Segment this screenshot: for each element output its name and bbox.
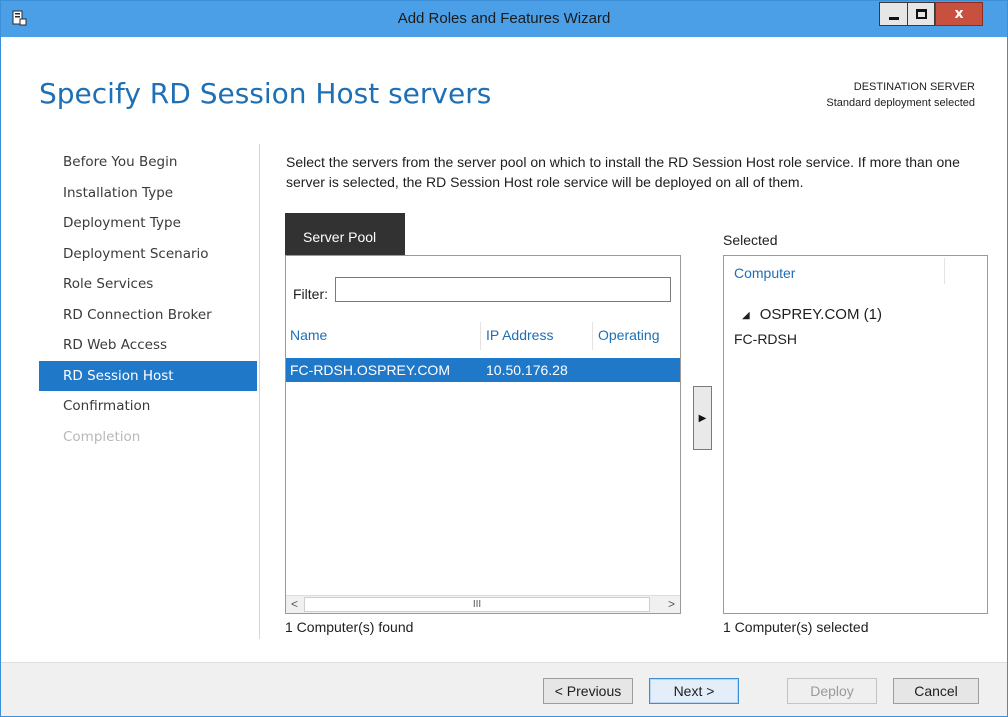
column-header-ip-address[interactable]: IP Address xyxy=(486,327,553,343)
nav-item-before-you-begin[interactable]: Before You Begin xyxy=(39,147,257,178)
maximize-icon xyxy=(915,9,927,19)
add-to-selected-button[interactable]: ▶ xyxy=(693,386,712,450)
page-description: Select the servers from the server pool … xyxy=(286,154,960,190)
tab-server-pool[interactable]: Server Pool xyxy=(285,213,405,255)
nav-item-deployment-scenario[interactable]: Deployment Scenario xyxy=(39,239,257,270)
column-separator[interactable] xyxy=(592,322,593,350)
nav-item-rd-session-host[interactable]: RD Session Host xyxy=(39,360,257,391)
nav-item-rd-web-access[interactable]: RD Web Access xyxy=(39,330,257,361)
title-bar[interactable]: Add Roles and Features Wizard x xyxy=(1,1,1007,37)
scroll-left-icon[interactable]: < xyxy=(286,596,303,613)
wizard-nav: Before You Begin Installation Type Deplo… xyxy=(39,147,257,452)
deploy-button: Deploy xyxy=(787,678,877,704)
column-header-name[interactable]: Name xyxy=(290,327,327,343)
column-separator[interactable] xyxy=(944,258,945,284)
page-title: Specify RD Session Host servers xyxy=(39,77,492,110)
computers-selected-count: 1 Computer(s) selected xyxy=(723,619,869,635)
maximize-button[interactable] xyxy=(907,2,935,26)
group-label: OSPREY.COM (1) xyxy=(759,306,882,323)
selected-label: Selected xyxy=(723,232,778,248)
filter-label: Filter: xyxy=(293,286,328,302)
nav-item-completion: Completion xyxy=(63,428,141,445)
close-button[interactable]: x xyxy=(935,2,983,26)
tree-group[interactable]: ◢ OSPREY.COM (1) xyxy=(742,306,882,323)
destination-value: Standard deployment selected xyxy=(826,97,975,109)
scroll-thumb[interactable]: III xyxy=(304,597,650,612)
nav-item-deployment-type[interactable]: Deployment Type xyxy=(39,208,257,239)
nav-divider xyxy=(259,144,260,639)
minimize-button[interactable] xyxy=(879,2,908,26)
cell-ip-address: 10.50.176.28 xyxy=(486,362,568,378)
horizontal-scrollbar[interactable]: < III > xyxy=(286,595,680,613)
destination-server: DESTINATION SERVER Standard deployment s… xyxy=(826,79,975,111)
nav-item-role-services[interactable]: Role Services xyxy=(39,269,257,300)
filter-input[interactable] xyxy=(335,277,671,302)
wizard-window: Add Roles and Features Wizard x Specify … xyxy=(0,0,1008,717)
column-header-operating-system[interactable]: Operating xyxy=(598,327,659,343)
column-separator[interactable] xyxy=(480,322,481,350)
wizard-footer: < Previous Next > Deploy Cancel xyxy=(1,662,1007,716)
list-item[interactable]: FC-RDSH xyxy=(734,331,797,347)
previous-button[interactable]: < Previous xyxy=(543,678,633,704)
server-pool-panel: Filter: Name IP Address Operating FC-RDS… xyxy=(285,255,681,614)
computers-found-count: 1 Computer(s) found xyxy=(285,619,414,635)
scroll-right-icon[interactable]: > xyxy=(663,596,680,613)
window-title: Add Roles and Features Wizard xyxy=(397,10,611,27)
nav-item-confirmation[interactable]: Confirmation xyxy=(39,391,257,422)
selected-panel: Computer ◢ OSPREY.COM (1) FC-RDSH xyxy=(723,255,988,614)
cancel-button[interactable]: Cancel xyxy=(893,678,979,704)
column-header-computer[interactable]: Computer xyxy=(734,265,795,281)
table-row[interactable]: FC-RDSH.OSPREY.COM 10.50.176.28 xyxy=(286,358,680,382)
destination-label: DESTINATION SERVER xyxy=(853,81,975,93)
cell-name: FC-RDSH.OSPREY.COM xyxy=(290,362,450,378)
nav-item-installation-type[interactable]: Installation Type xyxy=(39,178,257,209)
close-icon: x xyxy=(954,6,964,22)
arrow-right-icon: ▶ xyxy=(698,412,707,424)
collapse-triangle-icon[interactable]: ◢ xyxy=(742,310,750,321)
next-button[interactable]: Next > xyxy=(649,678,739,704)
nav-item-rd-connection-broker[interactable]: RD Connection Broker xyxy=(39,300,257,331)
minimize-icon xyxy=(888,16,899,20)
